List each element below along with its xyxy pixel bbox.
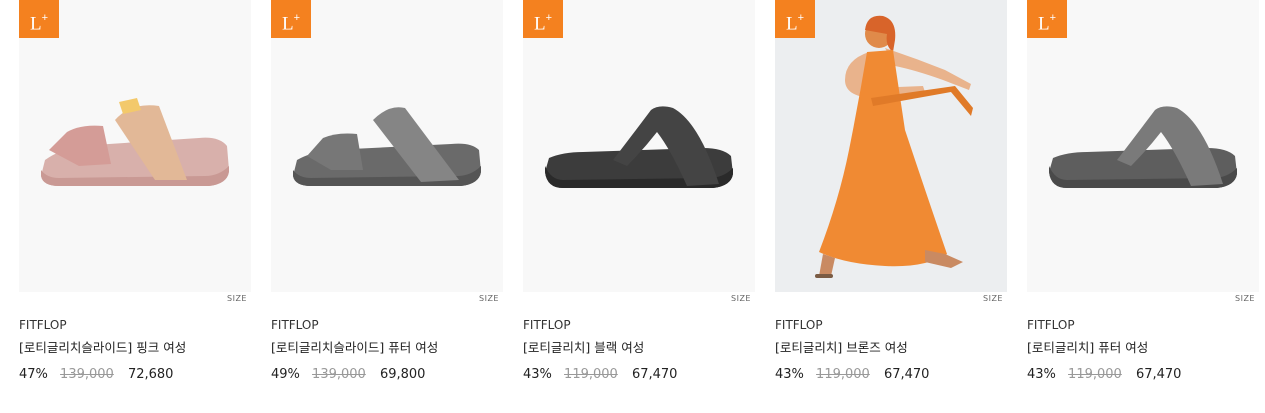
sale-price: 67,470 — [883, 367, 930, 382]
product-name[interactable]: [로티글리치슬라이드] 핑크 여성 — [19, 337, 186, 356]
product-name[interactable]: [로티글리치] 브론즈 여성 — [775, 337, 908, 356]
original-price: 119,000 — [1068, 367, 1122, 382]
product-card[interactable]: L+ SIZE FITFLOP [로티글리치] 블랙 여성 43% 119,00… — [523, 0, 755, 400]
product-image[interactable]: L+ — [19, 0, 251, 292]
product-card[interactable]: L+ SIZE FITFLOP [로티글리치슬라이드] 퓨터 여성 49% 13… — [271, 0, 503, 400]
product-image[interactable]: L+ — [775, 0, 1007, 292]
sale-price: 67,470 — [1135, 367, 1182, 382]
product-image[interactable]: L+ — [1027, 0, 1259, 292]
product-brand: FITFLOP — [775, 318, 823, 332]
lplus-badge: L+ — [271, 0, 311, 38]
product-name[interactable]: [로티글리치] 블랙 여성 — [523, 337, 644, 356]
size-link[interactable]: SIZE — [1235, 294, 1255, 303]
discount-rate: 43% — [1027, 367, 1056, 382]
product-card[interactable]: L+ SIZE FITFLOP [로티글리치슬라이드] 핑크 여성 47% 13… — [19, 0, 251, 400]
product-image[interactable]: L+ — [271, 0, 503, 292]
product-card[interactable]: L+ SIZE FITFLOP [로티글리치] 퓨터 여성 43% 119,00… — [1027, 0, 1259, 400]
sale-price: 67,470 — [631, 367, 678, 382]
product-brand: FITFLOP — [19, 318, 67, 332]
product-brand: FITFLOP — [1027, 318, 1075, 332]
price-row: 47% 139,000 72,680 — [19, 367, 173, 382]
product-name[interactable]: [로티글리치슬라이드] 퓨터 여성 — [271, 337, 438, 356]
price-row: 43% 119,000 67,470 — [1027, 367, 1181, 382]
size-link[interactable]: SIZE — [227, 294, 247, 303]
discount-rate: 47% — [19, 367, 48, 382]
size-link[interactable]: SIZE — [983, 294, 1003, 303]
lplus-badge: L+ — [523, 0, 563, 38]
sandal-image — [545, 106, 733, 188]
sandal-image — [1049, 106, 1237, 188]
original-price: 139,000 — [60, 367, 114, 382]
sandal-image — [41, 98, 229, 186]
original-price: 139,000 — [312, 367, 366, 382]
sale-price: 69,800 — [379, 367, 426, 382]
model-photo — [815, 15, 973, 278]
original-price: 119,000 — [564, 367, 618, 382]
price-row: 49% 139,000 69,800 — [271, 367, 425, 382]
product-grid: L+ SIZE FITFLOP [로티글리치슬라이드] 핑크 여성 47% 13… — [0, 0, 1265, 413]
discount-rate: 43% — [523, 367, 552, 382]
size-link[interactable]: SIZE — [479, 294, 499, 303]
lplus-badge: L+ — [775, 0, 815, 38]
discount-rate: 43% — [775, 367, 804, 382]
price-row: 43% 119,000 67,470 — [775, 367, 929, 382]
sale-price: 72,680 — [127, 367, 174, 382]
product-brand: FITFLOP — [523, 318, 571, 332]
product-brand: FITFLOP — [271, 318, 319, 332]
original-price: 119,000 — [816, 367, 870, 382]
sandal-image — [293, 107, 481, 186]
size-link[interactable]: SIZE — [731, 294, 751, 303]
lplus-badge: L+ — [1027, 0, 1067, 38]
product-name[interactable]: [로티글리치] 퓨터 여성 — [1027, 337, 1148, 356]
product-card[interactable]: L+ SIZE FITFLOP [로티글리치] 브론즈 여성 43% 119,0… — [775, 0, 1007, 400]
product-image[interactable]: L+ — [523, 0, 755, 292]
lplus-badge: L+ — [19, 0, 59, 38]
price-row: 43% 119,000 67,470 — [523, 367, 677, 382]
discount-rate: 49% — [271, 367, 300, 382]
